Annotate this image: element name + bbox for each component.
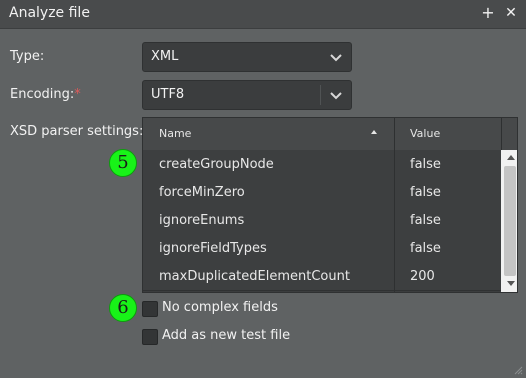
scroll-down-icon[interactable] xyxy=(507,281,515,286)
type-select[interactable]: XML xyxy=(142,42,352,72)
cell-name: ignoreFieldTypes xyxy=(159,241,267,256)
grid-scrollbar[interactable] xyxy=(501,150,517,292)
title-bar: Analyze file + ✕ xyxy=(0,0,526,29)
add-as-new-test-file-label[interactable]: Add as new test file xyxy=(162,328,290,343)
table-row[interactable]: maxDuplicatedElementCount 200 xyxy=(143,262,501,291)
encoding-label: Encoding:* xyxy=(10,87,81,102)
no-complex-fields-checkbox[interactable] xyxy=(142,301,158,317)
table-row[interactable]: ignoreEnums false xyxy=(143,206,501,235)
encoding-select-value: UTF8 xyxy=(151,87,185,102)
grid-header: Name Value xyxy=(143,118,501,151)
cell-value[interactable]: false xyxy=(410,213,441,228)
plus-icon[interactable]: + xyxy=(479,3,497,23)
cell-value[interactable]: false xyxy=(410,157,441,172)
marker-6: 6 xyxy=(109,294,137,322)
no-complex-fields-label[interactable]: No complex fields xyxy=(162,300,278,315)
type-select-value: XML xyxy=(151,49,179,64)
cell-value[interactable]: 200 xyxy=(410,269,435,284)
chevron-down-icon xyxy=(330,92,342,100)
dropdown-separator xyxy=(320,85,321,105)
required-marker: * xyxy=(74,87,81,102)
column-header-name[interactable]: Name xyxy=(159,127,191,140)
cell-value[interactable]: false xyxy=(410,185,441,200)
scrollbar-thumb[interactable] xyxy=(504,166,516,276)
table-row[interactable]: createGroupNode false xyxy=(143,150,501,179)
add-as-new-test-file-checkbox[interactable] xyxy=(142,329,158,345)
cell-name: forceMinZero xyxy=(159,185,245,200)
scroll-up-icon[interactable] xyxy=(507,155,515,160)
column-header-value[interactable]: Value xyxy=(410,127,440,140)
type-label: Type: xyxy=(10,49,45,64)
cell-name: createGroupNode xyxy=(159,157,274,172)
table-row[interactable]: ignoreFieldTypes false xyxy=(143,234,501,263)
chevron-down-icon xyxy=(330,54,342,62)
window-title: Analyze file xyxy=(9,5,90,21)
cell-name: ignoreEnums xyxy=(159,213,245,228)
cell-name: maxDuplicatedElementCount xyxy=(159,269,350,284)
table-row[interactable]: forceMinZero false xyxy=(143,178,501,207)
marker-5: 5 xyxy=(109,149,137,177)
encoding-select[interactable]: UTF8 xyxy=(142,80,352,110)
sort-ascending-icon xyxy=(371,130,377,134)
cell-value[interactable]: false xyxy=(410,241,441,256)
resize-grip-icon[interactable] xyxy=(513,365,523,375)
xsd-settings-grid: Name Value createGroupNode false forceMi… xyxy=(142,117,518,293)
xsd-settings-label: XSD parser settings: xyxy=(10,124,144,139)
header-corner xyxy=(501,118,517,151)
column-separator xyxy=(394,118,395,292)
close-icon[interactable]: ✕ xyxy=(502,3,520,23)
